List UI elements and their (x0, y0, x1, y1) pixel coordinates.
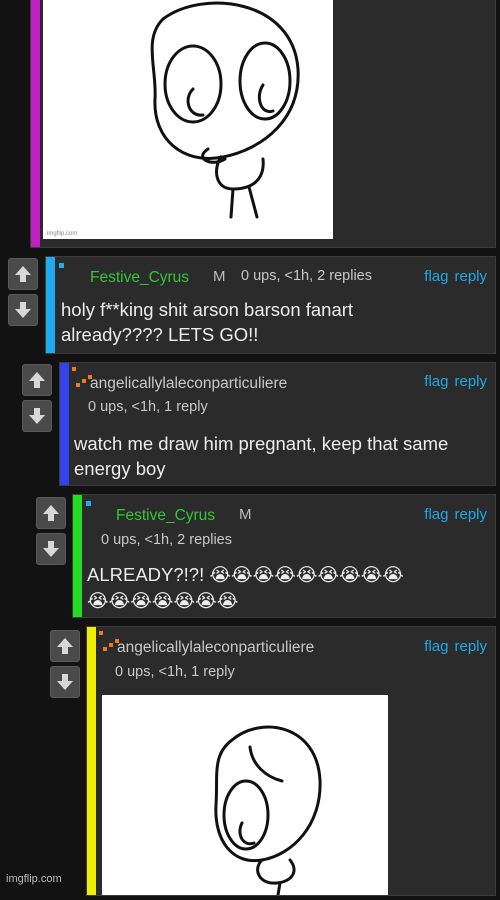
imgflip-watermark: imgflip.com (6, 873, 62, 885)
comment-meta: 0 ups, <1h, 2 replies (241, 268, 372, 284)
vote-controls (22, 364, 54, 436)
thread-color-bar (73, 495, 82, 617)
flag-link[interactable]: flag (424, 373, 448, 390)
downvote-button[interactable] (50, 666, 80, 698)
image-caption: imgflip.com (47, 231, 78, 237)
post-image[interactable]: imgflip.com (43, 0, 333, 239)
pixel-badge-icon (86, 501, 91, 506)
vote-controls (8, 258, 40, 330)
comment-actions: flag reply (418, 373, 487, 390)
comment-username[interactable]: angelicallylaleconparticuliere (90, 375, 287, 393)
downvote-button[interactable] (8, 294, 38, 326)
upvote-button[interactable] (22, 364, 52, 396)
image-post-panel: imgflip.com (30, 0, 496, 248)
pixel-badge-icon (59, 263, 64, 268)
comment-panel: angelicallylaleconparticuliere 0 ups, <1… (86, 626, 496, 897)
comment-text: watch me draw him pregnant, keep that sa… (74, 433, 449, 479)
comment-meta: 0 ups, <1h, 1 reply (88, 399, 208, 415)
comment-text: holy f**king shit arson barson fanart al… (61, 299, 354, 345)
comment-image[interactable] (102, 695, 388, 897)
vote-controls (50, 630, 82, 702)
comment-actions: flag reply (418, 268, 487, 285)
upvote-button[interactable] (8, 258, 38, 290)
flag-link[interactable]: flag (424, 506, 448, 523)
stick-figure-drawing (150, 1, 300, 219)
mod-badge: M (213, 268, 226, 285)
comment-panel: Festive_Cyrus M 0 ups, <1h, 2 replies fl… (72, 494, 496, 618)
comment-username[interactable]: Festive_Cyrus (116, 507, 215, 525)
reply-link[interactable]: reply (454, 638, 487, 655)
arrow-up-icon (15, 266, 31, 282)
comment-meta: 0 ups, <1h, 1 reply (115, 664, 235, 680)
upvote-button[interactable] (36, 497, 66, 529)
comment-username[interactable]: angelicallylaleconparticuliere (117, 639, 314, 657)
crying-emoji-row: 😭😭😭😭😭😭😭😭😭 (209, 565, 404, 586)
comment-meta: 0 ups, <1h, 2 replies (101, 532, 232, 548)
thread-color-bar (46, 257, 55, 353)
thread-color-bar (31, 0, 40, 247)
comment-actions: flag reply (418, 638, 487, 655)
arrow-up-icon (57, 638, 73, 654)
thread-color-bar (87, 627, 96, 895)
arrow-down-icon (57, 674, 73, 690)
comment-text-prefix: ALREADY?!?! (87, 564, 205, 585)
arrow-down-icon (43, 541, 59, 557)
comment-panel: Festive_Cyrus M 0 ups, <1h, 2 replies fl… (45, 256, 496, 354)
comment-username[interactable]: Festive_Cyrus (90, 269, 189, 287)
comment-panel: angelicallylaleconparticuliere 0 ups, <1… (59, 362, 496, 486)
arrow-up-icon (29, 372, 45, 388)
arrow-down-icon (15, 302, 31, 318)
comment-text: ALREADY?!?! 😭😭😭😭😭😭😭😭😭 😭😭😭😭😭😭😭 (87, 562, 497, 614)
reply-link[interactable]: reply (454, 373, 487, 390)
mod-badge: M (239, 506, 252, 523)
downvote-button[interactable] (36, 533, 66, 565)
upvote-button[interactable] (50, 630, 80, 662)
reply-link[interactable]: reply (454, 268, 487, 285)
arrow-up-icon (43, 505, 59, 521)
downvote-button[interactable] (22, 400, 52, 432)
flag-link[interactable]: flag (424, 638, 448, 655)
reply-link[interactable]: reply (454, 506, 487, 523)
crying-emoji-row: 😭😭😭😭😭😭😭 (87, 591, 239, 612)
arrow-down-icon (29, 408, 45, 424)
flag-link[interactable]: flag (424, 268, 448, 285)
comment-actions: flag reply (418, 506, 487, 523)
stick-figure-drawing (214, 725, 322, 897)
vote-controls (36, 497, 68, 569)
thread-color-bar (60, 363, 69, 485)
